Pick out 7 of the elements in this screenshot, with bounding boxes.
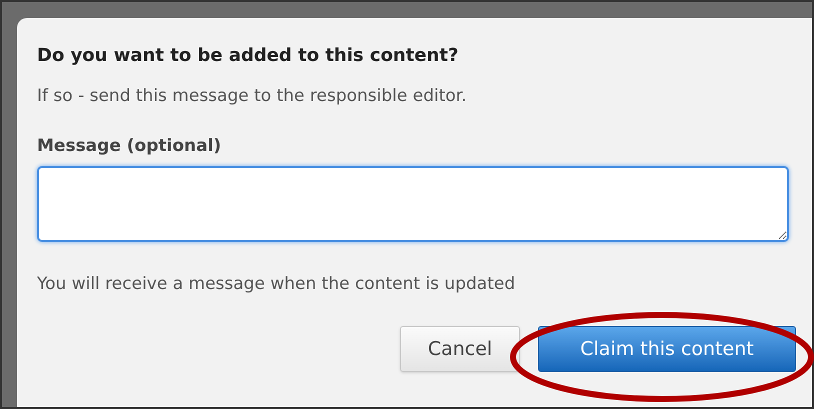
- message-field[interactable]: [37, 166, 789, 242]
- cancel-button[interactable]: Cancel: [400, 326, 520, 372]
- dialog-subtitle: If so - send this message to the responsible editor.: [37, 85, 468, 108]
- claim-button[interactable]: Claim this content: [538, 326, 796, 372]
- field-label: Message (optional): [37, 135, 222, 158]
- info-text: You will receive a message when the content is updated: [37, 273, 516, 296]
- dialog-title: Do you want to be added to this content?: [37, 44, 460, 68]
